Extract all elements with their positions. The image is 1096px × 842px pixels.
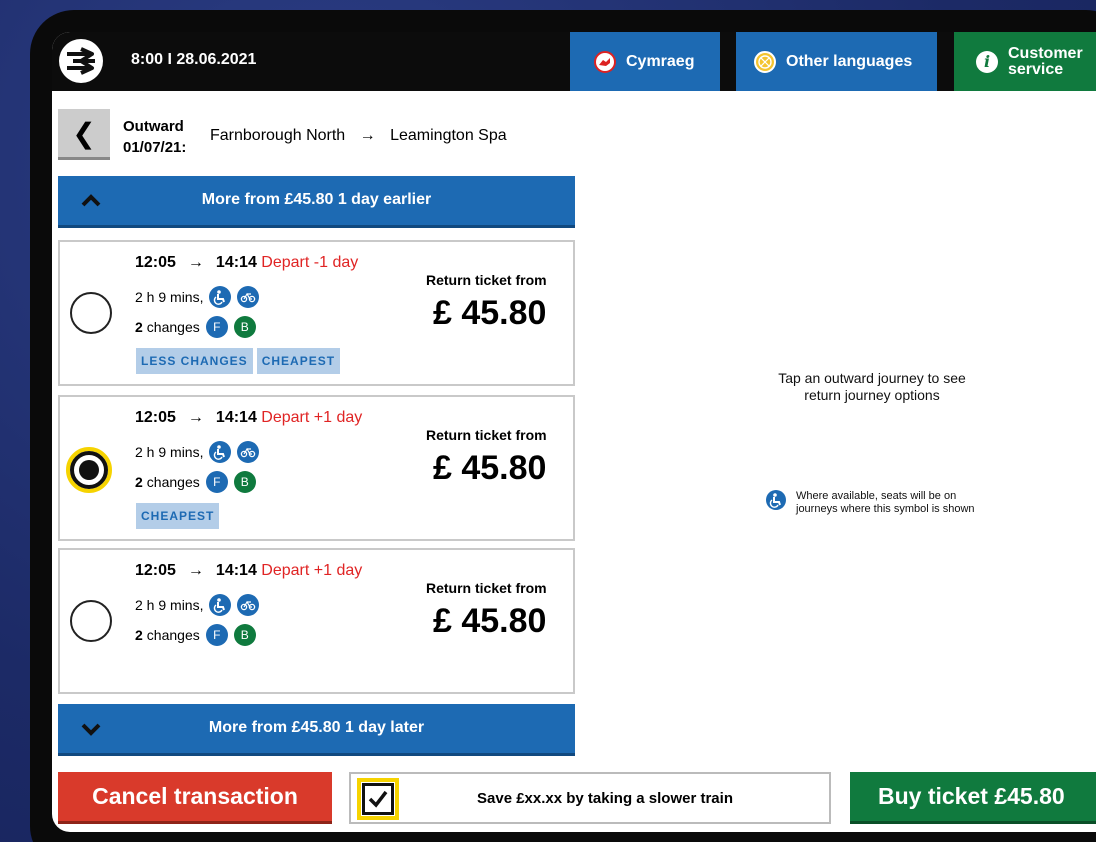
operator-badge: B <box>233 471 256 493</box>
cymraeg-button[interactable]: Cymraeg <box>570 32 720 91</box>
national-rail-logo-icon <box>59 39 103 83</box>
destination-station: Leamington Spa <box>390 127 507 144</box>
operator-badge: B <box>233 316 256 338</box>
customer-service-button[interactable]: i Customer service <box>954 32 1096 91</box>
more-earlier-label: More from £45.80 1 day earlier <box>201 191 432 208</box>
operator-badge: F <box>205 471 228 493</box>
back-button[interactable]: ❮ <box>58 109 110 160</box>
price-label: Return ticket from <box>426 427 547 443</box>
depart-note: Depart +1 day <box>261 562 363 579</box>
journey-changes: 2 changes F B <box>135 316 256 338</box>
outward-heading: Outward 01/07/21: <box>123 116 186 158</box>
top-bar: 8:00 I 28.06.2021 Cymraeg Other language… <box>52 32 1096 91</box>
origin-station: Farnborough North <box>210 127 346 144</box>
route: Farnborough North → Leamington Spa <box>210 127 507 145</box>
chevron-left-icon: ❮ <box>72 117 96 149</box>
journey-times: 12:05 → 14:14 Depart -1 day <box>135 254 359 271</box>
tag-cheapest: CHEAPEST <box>136 503 220 529</box>
price-label: Return ticket from <box>426 272 547 288</box>
outward-label: Outward <box>123 118 184 135</box>
journey-option-selected[interactable]: 12:05 → 14:14 Depart +1 day 2 h 9 mins, 2c… <box>58 395 575 541</box>
journey-option[interactable]: 12:05 → 14:14 Depart +1 day 2 h 9 mins, 2c… <box>58 548 575 694</box>
depart-note: Depart +1 day <box>261 409 363 426</box>
accessible-seat-icon <box>766 490 786 510</box>
price: £ 45.80 <box>433 294 547 332</box>
other-languages-label: Other languages <box>786 52 913 70</box>
operator-badge: F <box>205 624 228 646</box>
tag-less-changes: LESS CHANGES <box>136 348 253 374</box>
accessible-seat-icon <box>209 286 232 308</box>
tag-cheapest: CHEAPEST <box>256 348 341 374</box>
more-later-button[interactable]: More from £45.80 1 day later <box>58 704 575 756</box>
slower-train-option[interactable]: Save £xx.xx by taking a slower train <box>349 772 831 824</box>
operator-badge: B <box>233 624 256 646</box>
date-time: 8:00 I 28.06.2021 <box>131 51 257 68</box>
buy-ticket-button[interactable]: Buy ticket £45.80 <box>850 772 1096 824</box>
more-later-label: More from £45.80 1 day later <box>208 719 425 736</box>
save-label: Save £xx.xx by taking a slower train <box>477 790 733 807</box>
journey-duration: 2 h 9 mins, <box>135 286 260 308</box>
info-icon: i <box>976 50 998 73</box>
bicycle-icon <box>237 594 260 616</box>
cymraeg-label: Cymraeg <box>626 52 695 70</box>
price: £ 45.80 <box>433 602 547 640</box>
return-hint: Tap an outward journey to see return jou… <box>778 370 966 403</box>
journey-radio[interactable] <box>70 600 112 642</box>
journey-radio-selected[interactable] <box>66 447 112 493</box>
welsh-dragon-icon <box>594 50 616 73</box>
journey-changes: 2 changes F B <box>135 471 256 493</box>
journey-option[interactable]: 12:05 → 14:14 Depart -1 day 2 h 9 mins, 2c… <box>58 240 575 386</box>
journey-radio[interactable] <box>70 292 112 334</box>
journey-tags: CHEAPEST <box>136 503 223 529</box>
journey-duration: 2 h 9 mins, <box>135 594 260 616</box>
cancel-transaction-button[interactable]: Cancel transaction <box>58 772 332 824</box>
accessible-seat-icon <box>209 441 232 463</box>
accessible-seat-icon <box>209 594 232 616</box>
kiosk-screen: 8:00 I 28.06.2021 Cymraeg Other language… <box>52 32 1096 832</box>
globe-icon <box>754 50 776 73</box>
price-label: Return ticket from <box>426 580 547 596</box>
bicycle-icon <box>237 441 260 463</box>
price: £ 45.80 <box>433 449 547 487</box>
journey-duration: 2 h 9 mins, <box>135 441 260 463</box>
outward-date: 01/07/21: <box>123 139 187 156</box>
route-arrow-icon: → <box>359 127 376 144</box>
journey-times: 12:05 → 14:14 Depart +1 day <box>135 409 363 426</box>
journey-times: 12:05 → 14:14 Depart +1 day <box>135 562 363 579</box>
seat-note: Where available, seats will be on journe… <box>766 490 975 516</box>
bicycle-icon <box>237 286 260 308</box>
customer-service-label: Customer service <box>1008 44 1083 78</box>
journey-tags: LESS CHANGES CHEAPEST <box>136 348 344 374</box>
other-languages-button[interactable]: Other languages <box>736 32 937 91</box>
more-earlier-button[interactable]: More from £45.80 1 day earlier <box>58 176 575 228</box>
operator-badge: F <box>205 316 228 338</box>
depart-note: Depart -1 day <box>261 254 359 271</box>
journey-changes: 2 changes F B <box>135 624 256 646</box>
